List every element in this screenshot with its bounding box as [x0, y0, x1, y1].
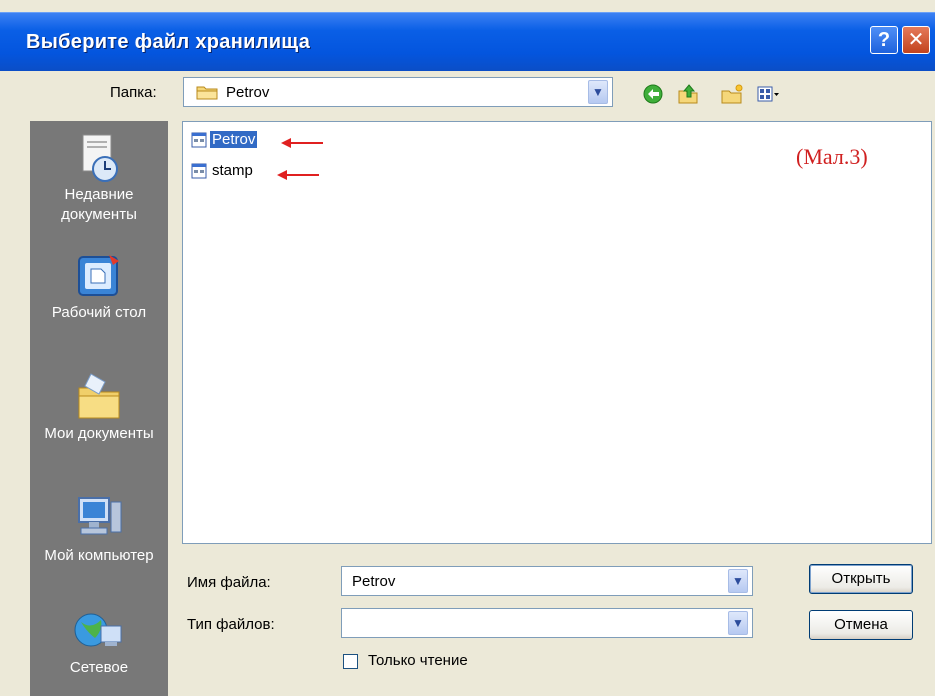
- lookin-dropdown-button[interactable]: ▼: [588, 80, 608, 104]
- new-folder-icon[interactable]: [720, 83, 744, 105]
- folder-icon: [196, 86, 218, 100]
- close-button[interactable]: ✕: [902, 26, 930, 54]
- red-arrow-icon: [281, 138, 323, 148]
- help-button[interactable]: ?: [870, 26, 898, 54]
- chevron-down-icon: ▼: [732, 616, 744, 630]
- place-network[interactable]: Сетевое: [30, 608, 168, 678]
- place-label: Мой компьютер: [44, 547, 154, 564]
- filename-input[interactable]: Petrov ▼: [341, 566, 753, 596]
- my-documents-icon: [78, 373, 120, 419]
- lookin-label: Папка:: [110, 84, 157, 101]
- desktop-icon: [78, 255, 119, 296]
- back-icon[interactable]: [642, 83, 666, 105]
- filetype-select[interactable]: ▼: [341, 608, 753, 638]
- place-my-documents[interactable]: Мои документы: [30, 368, 168, 444]
- place-label: Сетевое: [69, 659, 129, 676]
- file-list[interactable]: Petrov stamp: [182, 121, 932, 544]
- place-label: Недавние документы: [61, 186, 137, 223]
- chevron-down-icon: ▼: [732, 574, 744, 588]
- recent-documents-icon: [82, 134, 118, 182]
- up-folder-icon[interactable]: [676, 83, 700, 105]
- readonly-label[interactable]: Только чтение: [368, 652, 468, 669]
- file-name: Petrov: [210, 131, 258, 148]
- readonly-checkbox[interactable]: [343, 654, 358, 669]
- lookin-value: Petrov: [226, 84, 270, 101]
- network-icon: [74, 613, 122, 647]
- title-bar[interactable]: Выберите файл хранилища ? ✕: [0, 12, 935, 71]
- place-my-computer[interactable]: Мой компьютер: [30, 492, 168, 566]
- view-menu-icon[interactable]: [756, 83, 780, 105]
- file-name: stamp: [212, 162, 253, 179]
- open-button[interactable]: Открыть: [809, 564, 913, 594]
- filename-dropdown-button[interactable]: ▼: [728, 569, 748, 593]
- place-label: Рабочий стол: [51, 304, 147, 321]
- place-desktop[interactable]: Рабочий стол: [30, 251, 168, 323]
- filetype-dropdown-button[interactable]: ▼: [728, 611, 748, 635]
- filename-value: Petrov: [352, 573, 396, 590]
- storage-file-icon: [191, 132, 207, 148]
- filename-label: Имя файла:: [187, 574, 271, 591]
- chevron-down-icon: ▼: [592, 85, 604, 99]
- my-computer-icon: [78, 497, 122, 535]
- red-arrow-icon: [277, 170, 319, 180]
- figure-annotation: (Мал.3): [796, 144, 868, 169]
- dialog-title: Выберите файл хранилища: [26, 31, 311, 53]
- place-label: Мои документы: [44, 425, 154, 442]
- cancel-button[interactable]: Отмена: [809, 610, 913, 640]
- filetype-label: Тип файлов:: [187, 616, 275, 633]
- place-recent-documents[interactable]: Недавние документы: [30, 131, 168, 225]
- file-open-dialog: Выберите файл хранилища ? ✕ Папка: Petro…: [0, 0, 935, 696]
- lookin-dropdown[interactable]: Petrov ▼: [183, 77, 613, 107]
- storage-file-icon: [191, 163, 207, 179]
